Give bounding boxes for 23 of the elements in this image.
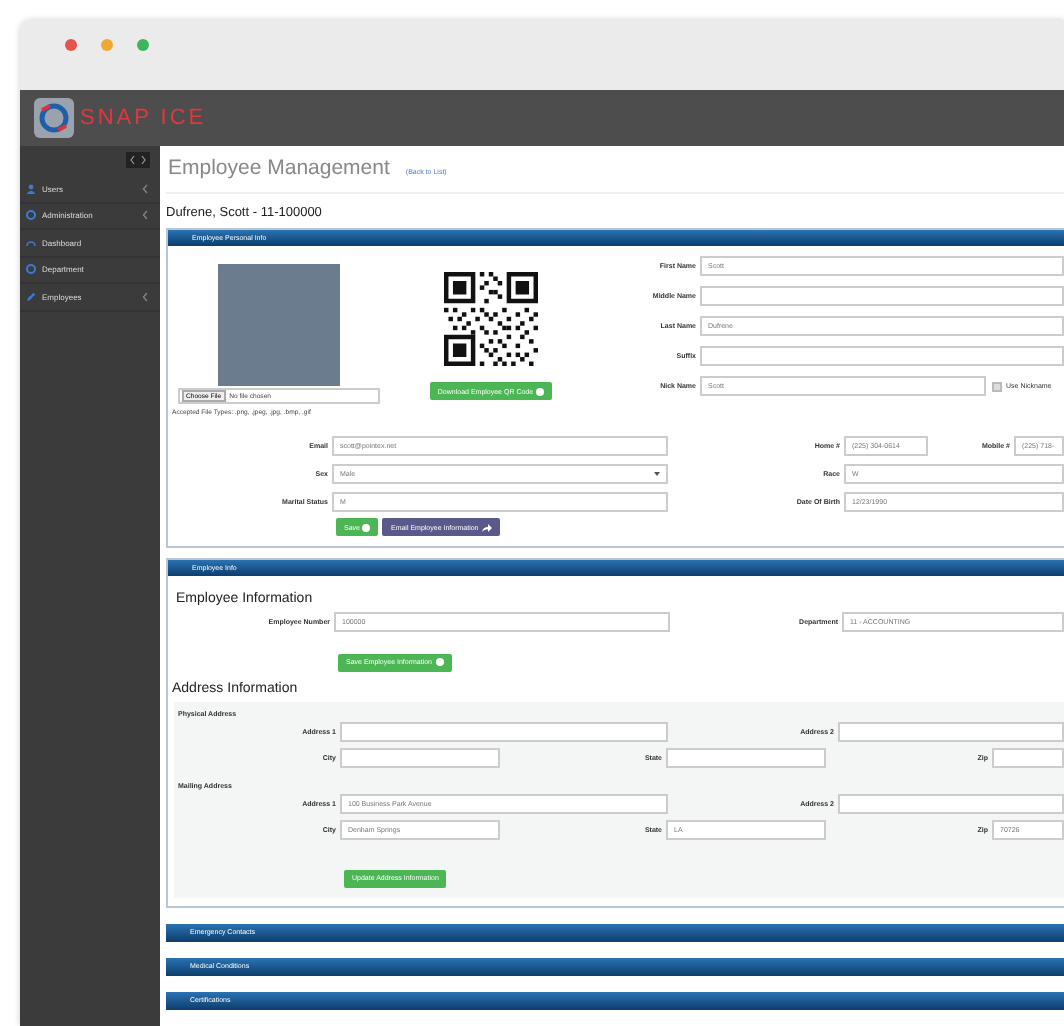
text-field[interactable] [700, 286, 1064, 306]
gauge-icon [26, 237, 36, 248]
window-controls-icon [64, 38, 150, 52]
gear-icon [26, 264, 36, 275]
text-field[interactable] [666, 748, 826, 768]
person-icon [26, 183, 36, 194]
text-field[interactable] [838, 722, 1064, 742]
logo-text: SNAP ICE [80, 106, 207, 130]
gear-icon [26, 210, 36, 221]
text-field[interactable] [992, 748, 1064, 768]
pencil-icon [26, 291, 36, 302]
share-icon [481, 523, 492, 531]
photo-placeholder [218, 264, 340, 386]
caret-icon [654, 472, 660, 476]
page-title: Employee Management [168, 156, 390, 180]
qr-code-drawing [444, 272, 538, 366]
logo-icon [34, 98, 74, 138]
checkbox[interactable] [992, 381, 1002, 391]
text-field[interactable] [838, 794, 1064, 814]
text-field[interactable] [700, 346, 1064, 366]
text-field[interactable] [340, 748, 500, 768]
collapse-toggle-icon[interactable] [126, 152, 150, 168]
text-field[interactable] [340, 722, 668, 742]
